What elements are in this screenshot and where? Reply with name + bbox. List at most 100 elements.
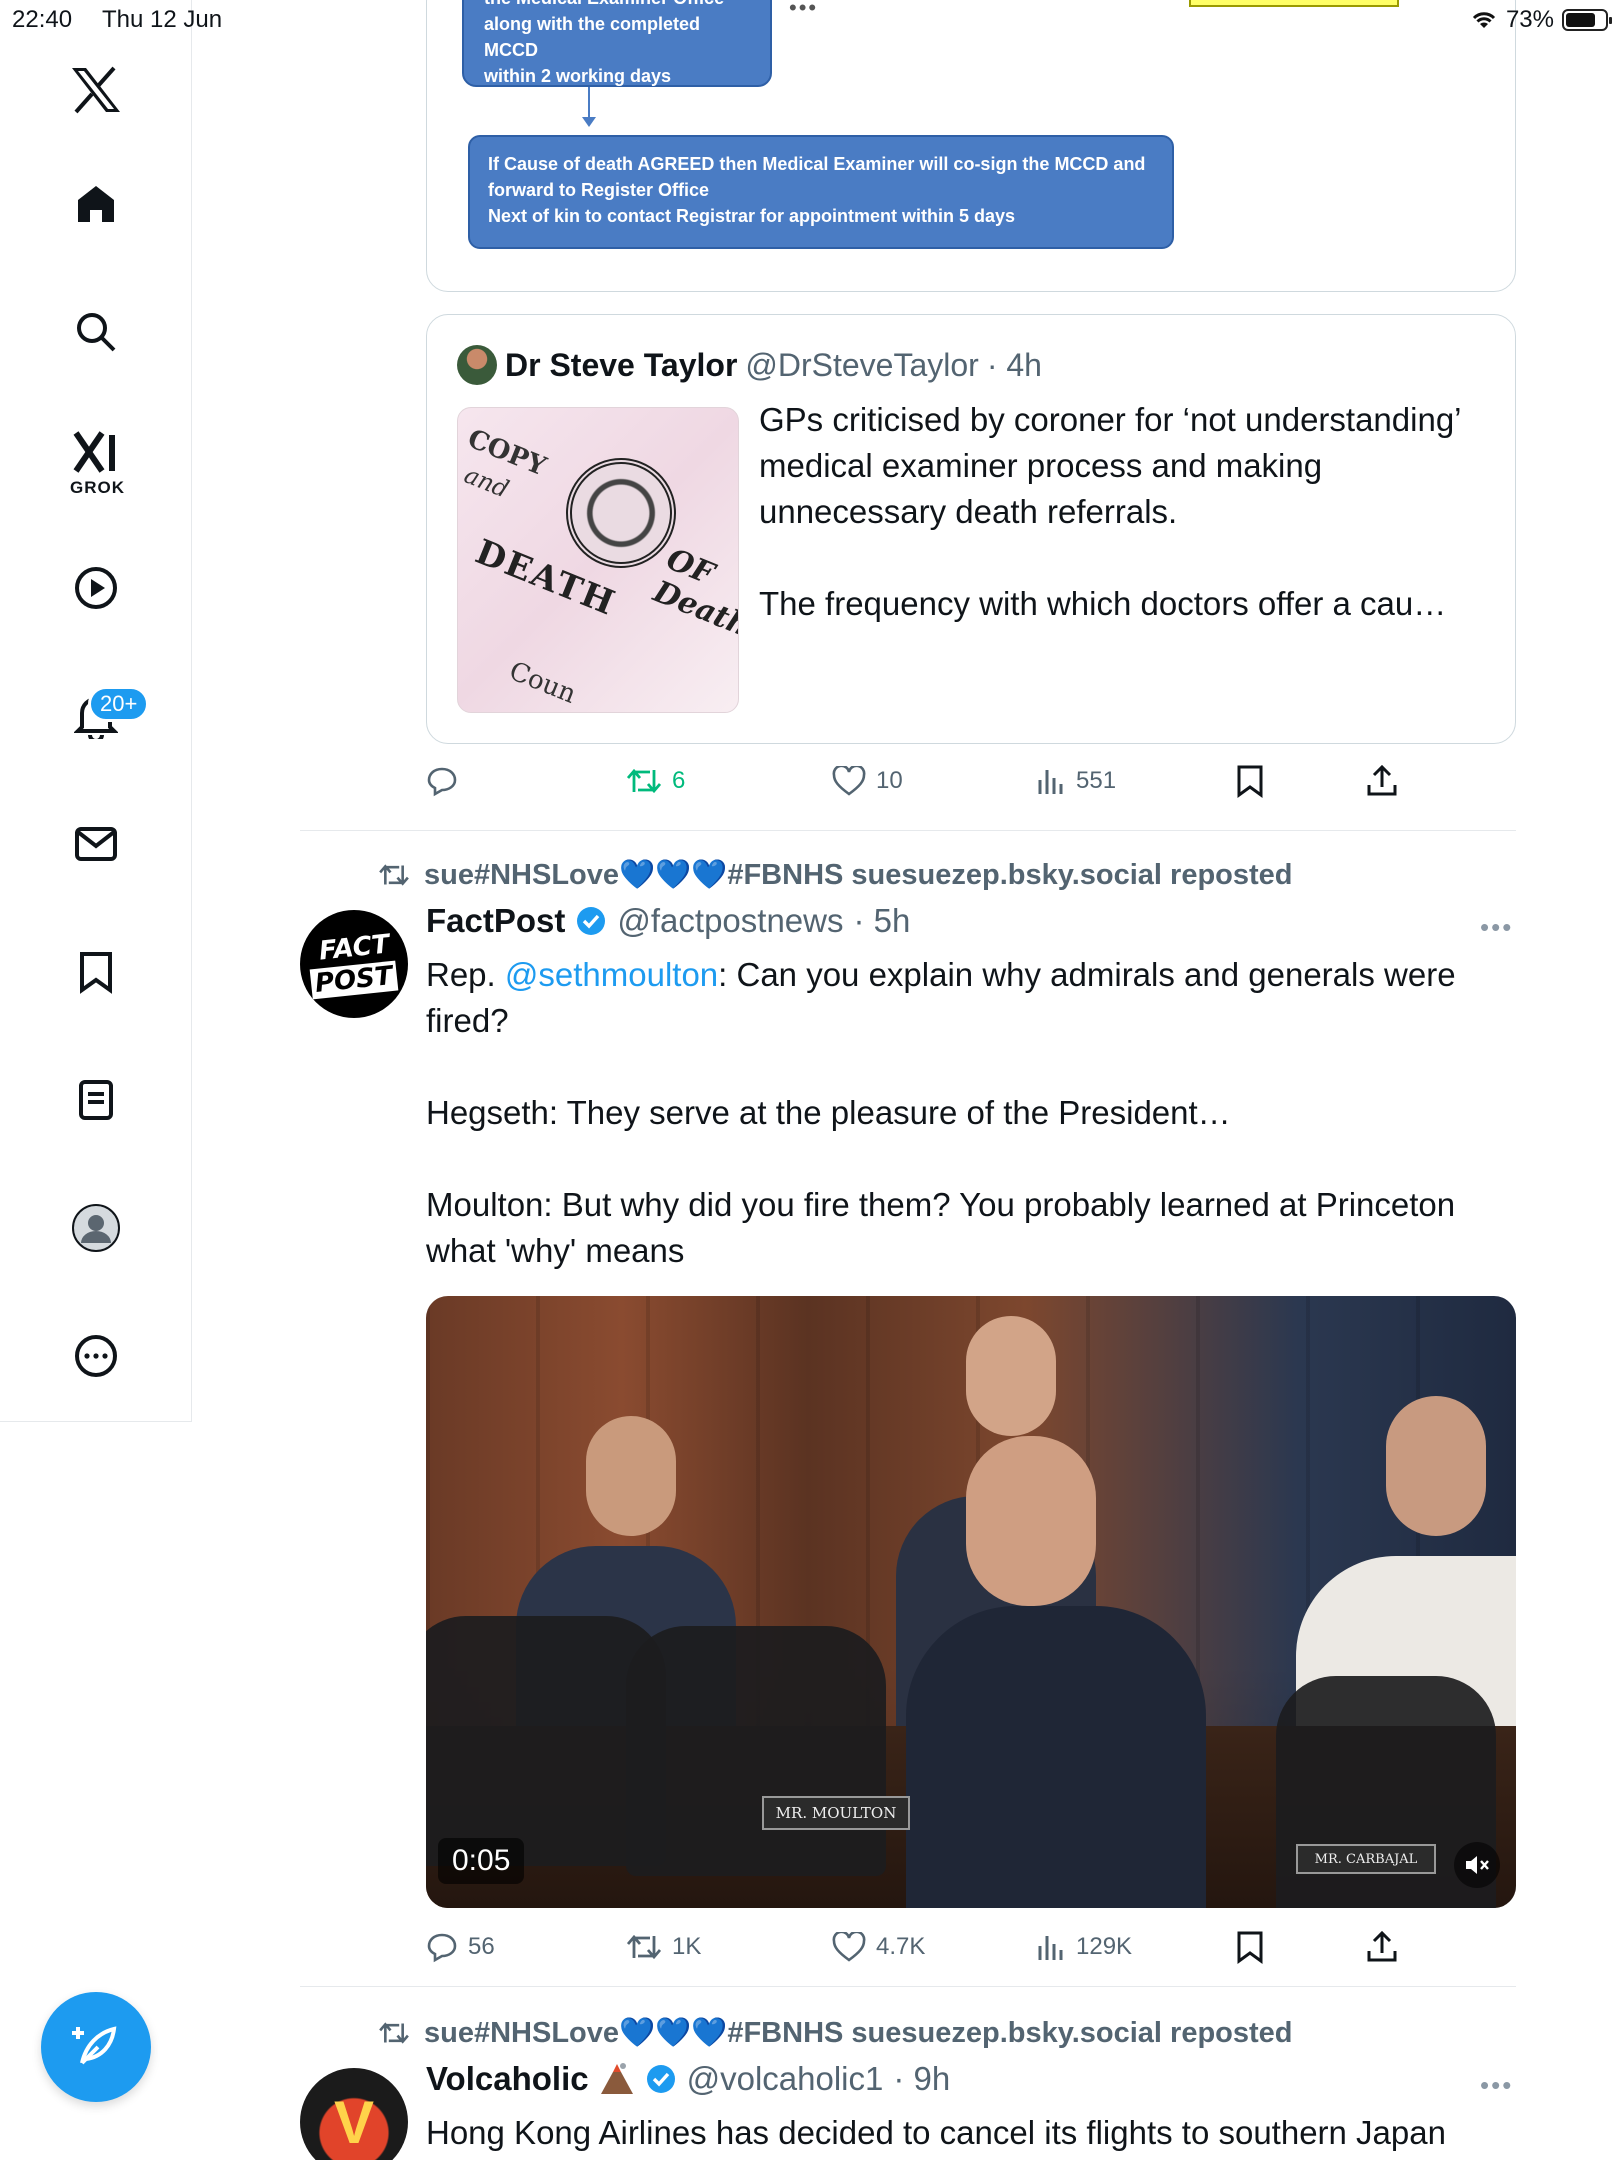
quoted-tweet-text: GPs criticised by coroner for ‘not under… bbox=[759, 401, 1461, 622]
share-button[interactable] bbox=[1366, 756, 1398, 806]
flowchart-box-agreed: If Cause of death AGREED then Medical Ex… bbox=[468, 135, 1174, 249]
compose-feather-icon bbox=[72, 2026, 117, 2065]
thumb-text-coun: Coun bbox=[504, 656, 581, 710]
volcaholic-avatar[interactable]: V bbox=[300, 2068, 408, 2160]
like-count: 4.7K bbox=[876, 1933, 926, 1960]
tweet2-text-pre: Rep. bbox=[426, 956, 505, 993]
tweet3-repost-text[interactable]: sue#NHSLove💙💙💙#FBNHS suesuezep.bsky.soci… bbox=[424, 2016, 1293, 2050]
status-date: Thu 12 Jun bbox=[102, 6, 223, 33]
repost-icon bbox=[626, 768, 662, 794]
heart-icon bbox=[832, 1932, 866, 1962]
tweet2-time: · 5h bbox=[853, 902, 911, 939]
video-timestamp: 0:05 bbox=[438, 1838, 525, 1884]
home-icon[interactable] bbox=[60, 168, 132, 240]
tweet1-action-bar: 6 10 551 bbox=[426, 756, 1426, 806]
volcaholic-avatar-letter: V bbox=[333, 2088, 375, 2156]
video-nameplate-moulton: MR. MOULTON bbox=[762, 1796, 910, 1830]
profile-avatar-icon[interactable] bbox=[60, 1192, 132, 1264]
views-icon bbox=[1038, 770, 1063, 794]
more-options-icon[interactable] bbox=[60, 1320, 132, 1392]
like-button[interactable]: 4.7K bbox=[832, 1922, 925, 1972]
tweet3-text: Hong Kong Airlines has decided to cancel… bbox=[426, 2114, 1446, 2151]
quoted-author-handle: @DrSteveTaylor bbox=[745, 346, 979, 383]
flowchart-arrow bbox=[582, 87, 596, 127]
repost-button[interactable]: 6 bbox=[626, 756, 685, 806]
bookmark-icon bbox=[1237, 765, 1263, 798]
death-certificate-thumbnail: COPY and DEATH OF Death Coun bbox=[457, 407, 739, 713]
verified-badge-icon bbox=[646, 2065, 675, 2093]
tweet3-author-name[interactable]: Volcaholic bbox=[426, 2060, 589, 2098]
lists-icon[interactable] bbox=[60, 1064, 132, 1136]
battery-percent: 73% bbox=[1505, 6, 1554, 33]
bookmarks-icon[interactable] bbox=[60, 936, 132, 1008]
reply-button[interactable] bbox=[426, 756, 468, 806]
tweet2-more-icon[interactable]: ••• bbox=[1480, 912, 1513, 943]
verified-badge-icon bbox=[577, 907, 606, 935]
search-icon[interactable] bbox=[60, 296, 132, 368]
x-logo-icon[interactable] bbox=[60, 54, 132, 126]
messages-icon[interactable] bbox=[60, 808, 132, 880]
status-right: 73% bbox=[1470, 6, 1612, 34]
tweet-divider bbox=[300, 830, 1516, 831]
views-button[interactable]: 129K bbox=[1036, 1922, 1132, 1972]
tweet2-action-bar: 56 1K 4.7K 129K bbox=[426, 1922, 1426, 1972]
status-time: 22:40 bbox=[12, 6, 73, 33]
thumb-text-of-death: OF Death bbox=[649, 542, 738, 644]
grok-label: GROK bbox=[70, 478, 125, 497]
status-bar: 22:40 Thu 12 Jun 73% bbox=[0, 0, 1620, 40]
reply-button[interactable]: 56 bbox=[426, 1922, 495, 1972]
reply-count: 56 bbox=[468, 1933, 495, 1960]
speaker-muted-icon bbox=[1466, 1856, 1489, 1874]
view-count: 551 bbox=[1076, 767, 1117, 794]
video-nameplate-carbajal: MR. CARBAJAL bbox=[1296, 1844, 1436, 1874]
factpost-avatar-top: FACT bbox=[317, 929, 391, 967]
reply-icon bbox=[427, 1933, 457, 1963]
views-button[interactable]: 551 bbox=[1036, 756, 1116, 806]
volcano-emoji-icon bbox=[600, 2063, 633, 2094]
tweet2-repost-line: sue#NHSLove💙💙💙#FBNHS suesuezep.bsky.soci… bbox=[378, 858, 1293, 892]
repost-count: 1K bbox=[672, 1933, 702, 1960]
notifications-badge: 20+ bbox=[88, 686, 150, 722]
video-chair-center bbox=[626, 1626, 886, 1876]
video-person-speaker-body bbox=[906, 1606, 1206, 1908]
tweet2-author-name[interactable]: FactPost bbox=[426, 902, 565, 940]
battery-icon bbox=[1562, 9, 1612, 31]
quoted-tweet-card[interactable]: Dr Steve Taylor @DrSteveTaylor · 4h COPY… bbox=[426, 314, 1516, 744]
video-play-icon[interactable] bbox=[60, 552, 132, 624]
repost-count: 6 bbox=[672, 767, 686, 794]
flowchart-image-card[interactable]: the Medical Examiner Office along with t… bbox=[426, 0, 1516, 292]
share-icon bbox=[1367, 1931, 1397, 1962]
bookmark-icon bbox=[1237, 1931, 1263, 1964]
quoted-author-avatar bbox=[457, 345, 497, 385]
views-icon bbox=[1038, 1936, 1063, 1960]
repost-icon bbox=[626, 1934, 662, 1960]
bookmark-button[interactable] bbox=[1236, 756, 1264, 806]
mute-button[interactable] bbox=[1454, 1842, 1500, 1888]
repost-icon bbox=[379, 2022, 409, 2044]
share-icon bbox=[1367, 765, 1397, 796]
share-button[interactable] bbox=[1366, 1922, 1398, 1972]
tweet3-author-handle[interactable]: @volcaholic1 bbox=[687, 2060, 884, 2098]
heart-icon bbox=[832, 766, 866, 796]
repost-button[interactable]: 1K bbox=[626, 1922, 701, 1972]
tweet2-mention-link[interactable]: @sethmoulton bbox=[505, 956, 718, 993]
quoted-author-name: Dr Steve Taylor bbox=[505, 346, 738, 383]
like-button[interactable]: 10 bbox=[832, 756, 903, 806]
video-person-left-head bbox=[586, 1416, 676, 1536]
tweet3-more-icon[interactable]: ••• bbox=[1480, 2070, 1513, 2101]
compose-post-button[interactable] bbox=[41, 1992, 151, 2102]
video-person-speaker-head bbox=[966, 1436, 1096, 1606]
repost-icon bbox=[379, 864, 409, 886]
tweet3-repost-line: sue#NHSLove💙💙💙#FBNHS suesuezep.bsky.soci… bbox=[378, 2016, 1293, 2050]
tweet2-repost-text[interactable]: sue#NHSLove💙💙💙#FBNHS suesuezep.bsky.soci… bbox=[424, 858, 1293, 892]
factpost-avatar[interactable]: FACT POST bbox=[300, 910, 408, 1018]
wifi-icon bbox=[1472, 12, 1496, 28]
tweet2-text: Rep. @sethmoulton: Can you explain why a… bbox=[426, 952, 1516, 1274]
tweet2-text-post: : Can you explain why admirals and gener… bbox=[426, 956, 1456, 1269]
tweet2-video-player[interactable]: MR. MOULTON MR. CARBAJAL 0:05 bbox=[426, 1296, 1516, 1908]
video-person-back-head bbox=[966, 1316, 1056, 1436]
factpost-avatar-bottom: POST bbox=[309, 960, 399, 1000]
like-count: 10 bbox=[876, 767, 903, 794]
bookmark-button[interactable] bbox=[1236, 1922, 1264, 1972]
tweet2-author-handle[interactable]: @factpostnews bbox=[617, 902, 843, 940]
